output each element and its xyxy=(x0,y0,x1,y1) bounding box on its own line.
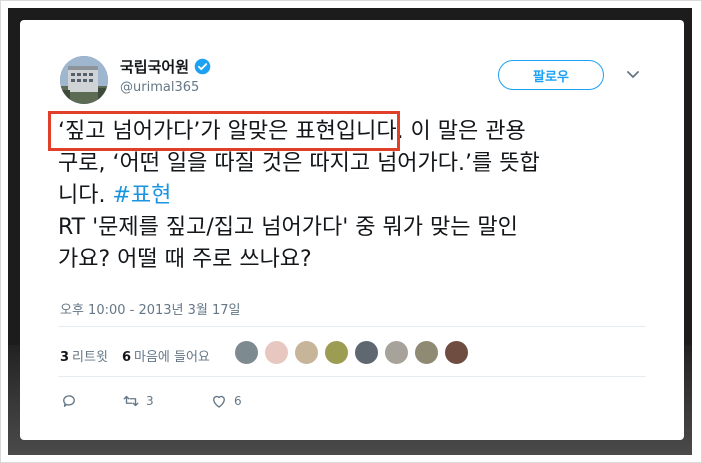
retweet-icon xyxy=(123,395,139,407)
like-count: 6 xyxy=(234,394,242,408)
retweets-label: 리트윗 xyxy=(72,350,108,365)
liker-avatar[interactable] xyxy=(354,340,379,365)
retweet-count: 3 xyxy=(146,394,154,408)
tweet-line-text: 니다. xyxy=(58,183,113,208)
building-avatar-image xyxy=(60,56,108,104)
likes-count: 6 xyxy=(121,350,131,365)
liker-avatar[interactable] xyxy=(294,340,319,365)
quoted-line: RT '문제를 짚고/집고 넘어가다' 중 뭐가 맞는 말인 xyxy=(58,215,518,240)
liker-avatar[interactable] xyxy=(414,340,439,365)
hashtag-link[interactable]: #표현 xyxy=(112,183,171,208)
quoted-line: 가요? 어떨 때 주로 쓰나요? xyxy=(58,247,312,272)
liker-avatar[interactable] xyxy=(444,340,469,365)
liker-avatar[interactable] xyxy=(264,340,289,365)
display-name[interactable]: 국립국어원 xyxy=(120,56,211,77)
tweet-line: 구로, ‘어떤 일을 따질 것은 따지고 넘어가다.’를 뜻합 xyxy=(58,151,540,176)
account-handle[interactable]: @urimal365 xyxy=(120,80,199,95)
reply-button[interactable] xyxy=(60,392,122,410)
liker-avatar[interactable] xyxy=(384,340,409,365)
likes-label: 마음에 들어요 xyxy=(133,350,210,365)
divider xyxy=(58,326,646,327)
liker-avatars xyxy=(234,340,469,365)
liker-avatar[interactable] xyxy=(324,340,349,365)
divider xyxy=(58,376,646,377)
engagement-stats: 3 리트윗 6 마음에 들어요 xyxy=(60,346,210,365)
retweet-button[interactable]: 3 xyxy=(122,392,210,410)
tweet-line: 니다. #표현 xyxy=(58,180,658,212)
heart-icon xyxy=(213,395,225,408)
tweet-card: 국립국어원 @urimal365 팔로우 ‘짚고 넘어가다’가 알맞은 표현입니… xyxy=(20,20,684,440)
chevron-down-icon[interactable] xyxy=(626,70,640,80)
retweets-stat[interactable]: 3 리트윗 xyxy=(60,346,108,365)
verified-badge-icon xyxy=(194,58,211,75)
likes-stat[interactable]: 6 마음에 들어요 xyxy=(122,346,210,365)
display-name-text: 국립국어원 xyxy=(120,58,190,76)
like-button[interactable]: 6 xyxy=(210,392,242,410)
avatar[interactable] xyxy=(60,56,108,104)
liker-avatar[interactable] xyxy=(234,340,259,365)
highlight-annotation-box xyxy=(48,111,400,151)
follow-button[interactable]: 팔로우 xyxy=(498,60,604,90)
tweet-timestamp[interactable]: 오후 10:00 - 2013년 3월 17일 xyxy=(60,299,241,318)
retweets-count: 3 xyxy=(60,350,70,365)
action-bar: 3 6 xyxy=(60,392,242,410)
reply-icon xyxy=(63,395,75,407)
